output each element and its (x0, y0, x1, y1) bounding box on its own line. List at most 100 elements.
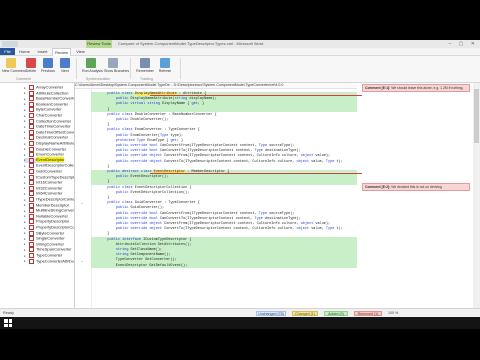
code-line: TypeConverter GetConverter(); (99, 258, 177, 263)
tree-item[interactable]: ▸ EnumConverter (24, 152, 64, 158)
context-tab-label[interactable]: Review Tools (86, 40, 112, 48)
button-label: Next (61, 69, 69, 73)
comment-author: Comment [E:2]: (365, 185, 392, 189)
diff-editor[interactable]: C:\Users\Alexei\Desktop\System.Component… (75, 83, 357, 308)
tree-item[interactable]: ▸ Int32Converter (24, 185, 62, 191)
tree-item[interactable]: ▸ DoubleConverter (24, 146, 66, 152)
unchanged-chip[interactable]: Unchanged (78) (256, 310, 286, 316)
comment-connector (150, 95, 362, 96)
tree-item[interactable]: ▸EventDescriptorCollection (24, 162, 74, 169)
tree-item[interactable]: ▸PropertyDescriptorCollection (24, 224, 75, 230)
code-line: string GetComponentName(); (115, 253, 171, 258)
run-analysis-button[interactable]: Run Analysis (82, 58, 103, 73)
vertical-scrollbar[interactable] (473, 83, 480, 308)
tree-item[interactable]: ▸ PropertyDescriptor (24, 219, 69, 225)
run-analysis-icon (86, 58, 96, 68)
remember-button[interactable]: Remember (136, 58, 154, 73)
comment-box[interactable]: Comment [E:2]: We decided this is not on… (362, 183, 470, 192)
class-icon (29, 107, 34, 113)
tree-item[interactable]: ▸ ArrayConverter (24, 85, 63, 90)
tree-item[interactable]: ▸ EventDescriptor (24, 157, 65, 163)
tree-item[interactable]: ▸ TimeSpanConverter (24, 247, 72, 253)
class-icon (29, 202, 34, 208)
class-icon (29, 146, 34, 152)
code-line: public override bool CanConvertFrom(ITyp… (115, 211, 295, 216)
tree-item[interactable]: ▸ TypeConverter (24, 253, 62, 258)
tree-item[interactable]: ▸ ITypeDescriptorContext (24, 197, 74, 202)
tree-item[interactable]: ▸ DecimalConverter (24, 134, 69, 141)
tree-item[interactable]: ▸ Int16Converter (24, 180, 62, 186)
tree-item[interactable]: ▸ SByteConverter (24, 230, 64, 236)
tab-review[interactable]: Review (52, 48, 71, 56)
tree-item[interactable]: ▸ ByteConverter (24, 107, 62, 113)
button-label: Show Branches (104, 69, 130, 73)
tree-item-label: EventDescriptorCollection (36, 162, 74, 168)
fold-icon[interactable]: − (81, 201, 83, 206)
added-chip[interactable]: Added (0) (324, 310, 348, 316)
window-controls[interactable]: – ▢ ✕ (449, 41, 478, 47)
tree-item[interactable]: ▸ Int64Converter (24, 191, 62, 197)
tree-item-label: NullableConverter (36, 213, 69, 219)
next-button[interactable]: Next (56, 58, 74, 73)
quick-access-toolbar[interactable] (2, 41, 18, 47)
tab-insert[interactable]: Insert (34, 48, 51, 55)
type-tree-sidebar[interactable]: ▸ ArrayConverter ▸ AttributeCollection ▸ Base… (0, 83, 75, 308)
ribbon-group-label: Tracking (140, 77, 153, 81)
tree-item[interactable]: ▸ BaseNumberConverter (24, 95, 75, 102)
code-line: } (99, 232, 110, 237)
code-line: string GetClassName(); (115, 248, 163, 252)
show-branches-button[interactable]: Show Branches (104, 58, 130, 73)
zoom-level[interactable]: 100 % (388, 309, 398, 317)
changed-chip[interactable]: Changed (1) (292, 310, 318, 316)
tree-item[interactable]: ▸ TypeConverterAttribute (24, 258, 74, 264)
code-line: EventDescriptor GetDefaultEvent(); (99, 263, 188, 268)
refresh-icon (160, 58, 170, 68)
tree-item[interactable]: ▸ MemberDescriptor (24, 202, 69, 208)
tree-item[interactable]: ▸ AttributeCollection (24, 90, 68, 96)
windows-start-icon[interactable] (4, 319, 12, 327)
tree-item[interactable]: ▸ DisplayNameAttribute (24, 141, 74, 146)
code-line: } (99, 164, 110, 169)
tree-item-label: TypeConverter (36, 252, 63, 258)
tab-file[interactable]: File (0, 48, 15, 55)
comment-box[interactable]: Comment [E:1]: We should leave this alon… (362, 84, 470, 93)
tree-item-label: PropertyDescriptorCollection (36, 224, 75, 230)
code-line: public EventDescriptor(); (115, 175, 169, 180)
tree-item[interactable]: ▸ DateTimeConverter (24, 123, 71, 130)
tree-item[interactable]: ▸ NullableConverter (24, 213, 69, 219)
ribbon: New Comment Delete Previous Next Run Analysi… (0, 56, 480, 83)
tree-item[interactable]: ▸ CollectionConverter (24, 118, 72, 124)
tree-item[interactable]: ▸ ICustomTypeDescriptor (24, 174, 74, 180)
previous-button[interactable]: Previous (39, 58, 57, 73)
tree-item-label: BaseNumberConverter (36, 95, 75, 101)
previous-comment-icon (43, 58, 53, 68)
ribbon-group-label: Comment (16, 77, 31, 81)
refresh-button[interactable]: Refresh (156, 58, 174, 73)
tree-item[interactable]: ▸DateTimeOffsetConverter (24, 129, 74, 135)
tree-item[interactable]: ▸ GuidConverter (24, 169, 62, 174)
tree-item-label: CollectionConverter (36, 118, 72, 124)
class-icon (29, 208, 34, 214)
button-label: Remember (136, 69, 154, 73)
tree-item[interactable]: ▸ BooleanConverter (24, 101, 68, 107)
class-icon (29, 96, 34, 102)
tab-view[interactable]: View (72, 48, 89, 55)
scrollbar-thumb[interactable] (474, 89, 479, 143)
tree-item-label: ArrayConverter (36, 84, 64, 90)
delete-button[interactable]: Delete (22, 58, 40, 73)
button-label: Refresh (158, 69, 172, 73)
title-bar: Review Tools Compare of System.Component… (0, 40, 480, 48)
taskbar-strip (0, 317, 480, 329)
tree-item[interactable]: ▸ CharConverter (24, 113, 62, 118)
tree-item-label: DateTimeConverter (36, 123, 71, 129)
code-line: } (99, 123, 110, 128)
code-line: AttributeCollection GetAttributes(); (99, 242, 192, 247)
removed-chip[interactable]: Removed (1) (354, 310, 382, 316)
tree-item[interactable]: ▸ MultilineStringConverter (24, 208, 74, 214)
tab-home[interactable]: Home (16, 48, 33, 55)
new-comment-button[interactable]: New Comment (2, 58, 26, 73)
tree-item-label: DecimalConverter (36, 134, 69, 140)
tree-item[interactable]: ▸ StringConverter (24, 241, 64, 247)
fold-icon[interactable]: − (81, 259, 83, 264)
tree-item[interactable]: ▸ SingleConverter (24, 236, 65, 242)
